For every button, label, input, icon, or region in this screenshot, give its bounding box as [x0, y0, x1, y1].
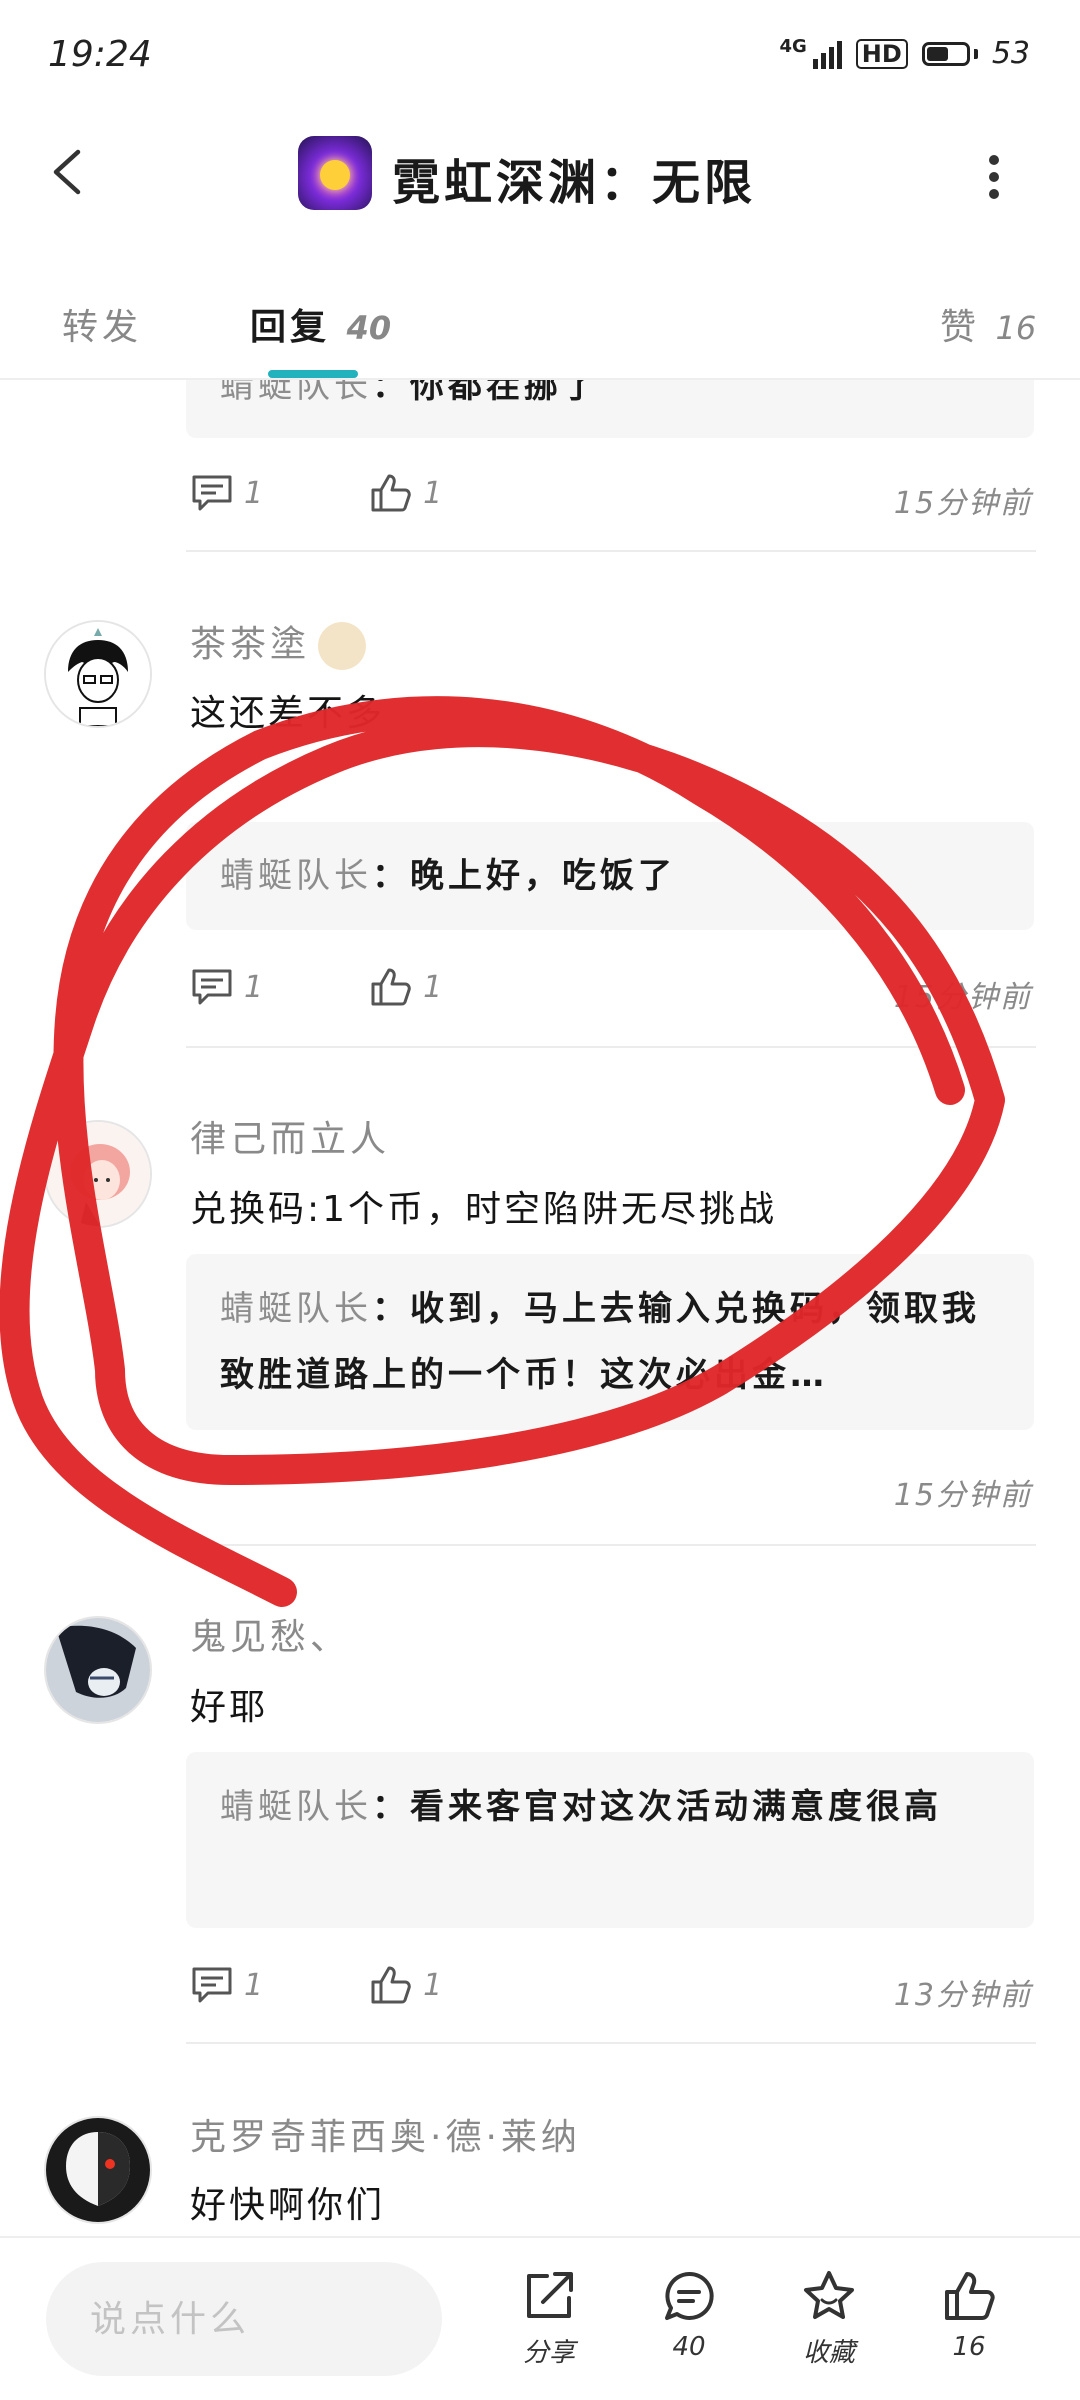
username-text: 茶茶塗: [190, 624, 311, 665]
tab-reply-count: 40: [346, 309, 392, 347]
comment-actions: 1 1: [190, 966, 442, 1008]
avatar[interactable]: [44, 2116, 152, 2224]
tab-active-indicator: [268, 370, 358, 378]
reply-separator: ：: [372, 380, 410, 406]
tab-repost-label: 转发: [62, 307, 143, 348]
comment-icon: [192, 475, 232, 511]
favorite-button[interactable]: 收藏: [774, 2268, 884, 2369]
username[interactable]: 律己而立人: [190, 1110, 390, 1162]
reply-box[interactable]: 蜻蜓队长：晚上好，吃饭了: [186, 822, 1034, 930]
tab-like-count: 16: [995, 309, 1037, 347]
comment-text: 好快啊你们: [190, 2185, 386, 2226]
reply-text: 看来客官对这次活动满意度很高: [410, 1787, 942, 1827]
share-label: 分享: [522, 2338, 575, 2368]
reply-button[interactable]: 1: [190, 1965, 263, 2005]
tab-reply[interactable]: 回复 40: [250, 298, 391, 350]
comment-text: 兑换码:1个币，时空陷阱无尽挑战: [190, 1189, 778, 1230]
reply-count: 1: [244, 1967, 264, 2003]
comment-time: 13分钟前: [893, 1978, 1032, 2013]
thumbs-up-icon: [371, 1966, 411, 2004]
thumbs-up-icon: [945, 2272, 995, 2320]
comments-button[interactable]: 40: [634, 2268, 744, 2362]
favorite-label: 收藏: [802, 2338, 855, 2368]
like-count: 1: [423, 475, 443, 511]
status-icons: 4G HD 53: [779, 36, 1030, 71]
like-button[interactable]: 1: [369, 472, 442, 514]
avatar-image: [46, 1122, 150, 1226]
reply-box[interactable]: 蜻蜓队长：收到，马上去输入兑换码，领取我致胜道路上的一个币！这次必出金…: [186, 1254, 1034, 1430]
reply-author[interactable]: 蜻蜓队长: [220, 856, 372, 896]
comment-actions: 1 1: [190, 472, 442, 514]
comment-divider: [186, 1046, 1036, 1048]
bottom-divider: [0, 2236, 1080, 2238]
tab-reply-label: 回复: [250, 307, 331, 348]
reply-text: 晚上好，吃饭了: [410, 856, 676, 896]
comment-time: 15分钟前: [893, 980, 1032, 1015]
tab-repost[interactable]: 转发: [62, 298, 142, 350]
reply-text: 你都茬挪了: [410, 380, 600, 406]
comment-divider: [186, 550, 1036, 552]
reply-button[interactable]: 1: [190, 967, 263, 1007]
comment-actions: 1 1: [190, 1964, 442, 2006]
reply-separator: ：: [372, 1289, 410, 1329]
comment-divider: [186, 2042, 1036, 2044]
more-options-icon[interactable]: [988, 154, 1000, 200]
avatar[interactable]: [44, 1616, 152, 1724]
avatar[interactable]: [44, 1120, 152, 1228]
battery-level: 53: [991, 36, 1030, 71]
comment-text: 这还差不多: [190, 693, 386, 734]
comment-time: 15分钟前: [893, 1478, 1032, 1513]
star-icon: [804, 2271, 854, 2319]
like-button[interactable]: 1: [369, 1964, 442, 2006]
like-count: 1: [423, 1967, 443, 2003]
reply-box[interactable]: 蜻蜓队长：你都茬挪了: [186, 380, 1034, 438]
game-app-icon: [298, 136, 372, 210]
username[interactable]: 茶茶塗: [190, 615, 367, 670]
username[interactable]: 克罗奇菲西奥·德·莱纳: [190, 2108, 581, 2160]
reply-author[interactable]: 蜻蜓队长: [220, 1289, 372, 1329]
avatar-image: [46, 622, 150, 726]
comment-time: 15分钟前: [893, 486, 1032, 521]
like-post-button[interactable]: 16: [914, 2268, 1024, 2362]
comment-input[interactable]: [46, 2262, 442, 2376]
tab-like[interactable]: 赞 16: [940, 298, 1036, 350]
network-type: 4G: [779, 36, 807, 57]
reply-box[interactable]: 蜻蜓队长：看来客官对这次活动满意度很高: [186, 1752, 1034, 1928]
reply-separator: ：: [372, 856, 410, 896]
like-button[interactable]: 1: [369, 966, 442, 1008]
like-count: 1: [423, 969, 443, 1005]
user-badge-icon: [318, 622, 367, 670]
reply-author[interactable]: 蜻蜓队长: [220, 1787, 372, 1827]
reply-count: 1: [244, 475, 264, 511]
thumbs-up-icon: [371, 474, 411, 512]
app-icon-face: [320, 160, 350, 190]
comment-count: 40: [672, 2332, 706, 2362]
tab-like-label: 赞: [940, 307, 981, 348]
reply-count: 1: [244, 969, 264, 1005]
share-icon: [527, 2272, 573, 2318]
like-count: 16: [952, 2332, 986, 2362]
username[interactable]: 鬼见愁、: [190, 1608, 350, 1660]
hd-icon: HD: [855, 38, 908, 69]
avatar-image: [46, 1618, 150, 1722]
comment-divider: [186, 1544, 1036, 1546]
avatar-image: [46, 2118, 150, 2222]
thumbs-up-icon: [371, 968, 411, 1006]
back-arrow-icon[interactable]: [48, 148, 88, 196]
reply-separator: ：: [372, 1787, 410, 1827]
signal-icon: [812, 39, 842, 69]
comment-icon: [192, 969, 232, 1005]
reply-author[interactable]: 蜻蜓队长: [220, 380, 372, 406]
comment-bubble-icon: [665, 2271, 714, 2320]
comment-icon: [192, 1967, 232, 2003]
comment-text: 好耶: [190, 1687, 269, 1728]
status-time: 19:24: [48, 34, 152, 75]
battery-icon: [921, 41, 970, 66]
share-button[interactable]: 分享: [494, 2268, 604, 2369]
reply-button[interactable]: 1: [190, 473, 263, 513]
battery-cap: [973, 48, 978, 59]
page-title: 霓虹深渊：无限: [392, 155, 757, 211]
avatar[interactable]: [44, 620, 152, 728]
